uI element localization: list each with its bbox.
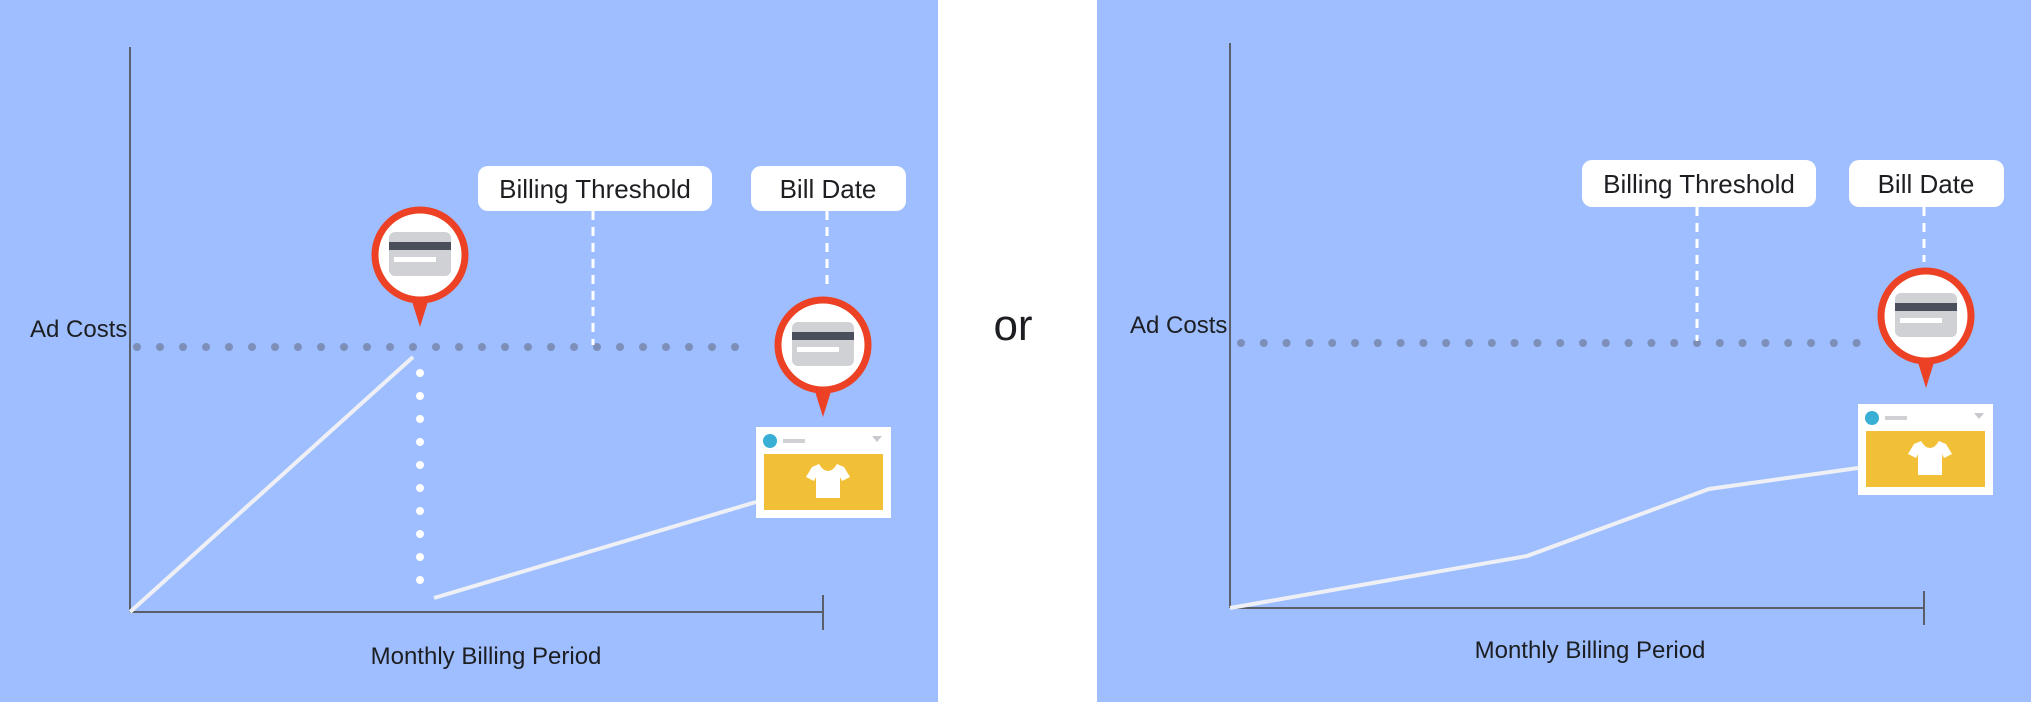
billing-threshold-label: Billing Threshold (499, 174, 691, 204)
panel-background (1097, 0, 2031, 702)
bill-date-callout: Bill Date (751, 166, 906, 211)
left-panel: Ad Costs Monthly Billing Period Billing … (0, 0, 938, 702)
billing-threshold-callout: Billing Threshold (1582, 160, 1816, 207)
billing-threshold-callout: Billing Threshold (478, 166, 712, 211)
right-panel: Ad Costs Monthly Billing Period Billing … (1097, 0, 2031, 702)
bill-date-label: Bill Date (780, 174, 877, 204)
bill-date-callout: Bill Date (1849, 160, 2004, 207)
x-axis-label: Monthly Billing Period (371, 643, 602, 670)
ad-post-icon (1858, 404, 1993, 495)
billing-diagram: Ad Costs Monthly Billing Period Billing … (0, 0, 2031, 702)
ad-post-icon (756, 427, 891, 518)
bill-date-label: Bill Date (1878, 169, 1975, 199)
y-axis-label: Ad Costs (1130, 312, 1227, 339)
billing-threshold-label: Billing Threshold (1603, 169, 1795, 199)
y-axis-label: Ad Costs (30, 316, 127, 343)
separator-or: or (993, 301, 1032, 350)
x-axis-label: Monthly Billing Period (1475, 637, 1706, 664)
